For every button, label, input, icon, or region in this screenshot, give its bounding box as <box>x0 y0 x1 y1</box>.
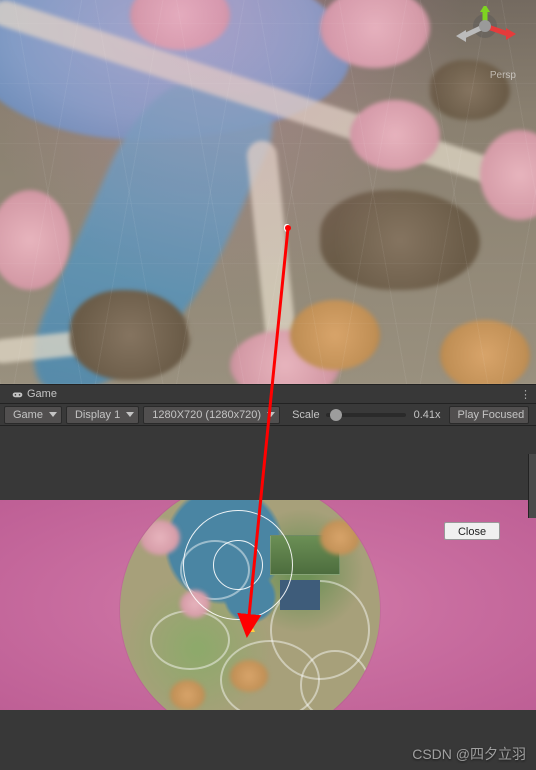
chevron-down-icon <box>126 412 134 417</box>
view-mode-label: Game <box>13 409 43 421</box>
tab-game[interactable]: Game <box>4 386 65 402</box>
slider-knob[interactable] <box>330 409 342 421</box>
letterbox-bottom <box>0 710 536 770</box>
chevron-down-icon <box>267 412 275 417</box>
player-marker-minimap <box>245 622 255 632</box>
letterbox <box>0 426 536 500</box>
close-button-label: Close <box>458 526 486 538</box>
panel-tab-bar: Game ⋮ <box>0 384 536 404</box>
panel-menu-icon[interactable]: ⋮ <box>520 388 532 400</box>
game-icon <box>12 389 23 400</box>
scale-label: Scale <box>292 409 320 421</box>
view-mode-dropdown[interactable]: Game <box>4 406 62 424</box>
display-label: Display 1 <box>75 409 120 421</box>
tab-game-label: Game <box>27 388 57 400</box>
play-focused-label: Play Focused <box>458 409 525 421</box>
game-toolbar: Game Display 1 1280X720 (1280x720) Scale… <box>0 404 536 426</box>
view-radius-ring-small <box>213 540 263 590</box>
scene-view[interactable]: Persp <box>0 0 536 384</box>
scale-value: 0.41x <box>414 409 441 421</box>
player-marker-scene <box>284 224 290 232</box>
game-view[interactable]: Close <box>0 426 536 770</box>
chevron-down-icon <box>49 412 57 417</box>
resolution-label: 1280X720 (1280x720) <box>152 409 261 421</box>
play-focused-dropdown[interactable]: Play Focused <box>449 406 530 424</box>
game-frame: Close <box>0 500 536 710</box>
scene-terrain <box>0 0 536 384</box>
close-button[interactable]: Close <box>444 522 500 540</box>
display-dropdown[interactable]: Display 1 <box>66 406 139 424</box>
scale-slider[interactable] <box>326 413 406 417</box>
side-panel-sliver <box>528 454 536 518</box>
resolution-dropdown[interactable]: 1280X720 (1280x720) <box>143 406 280 424</box>
